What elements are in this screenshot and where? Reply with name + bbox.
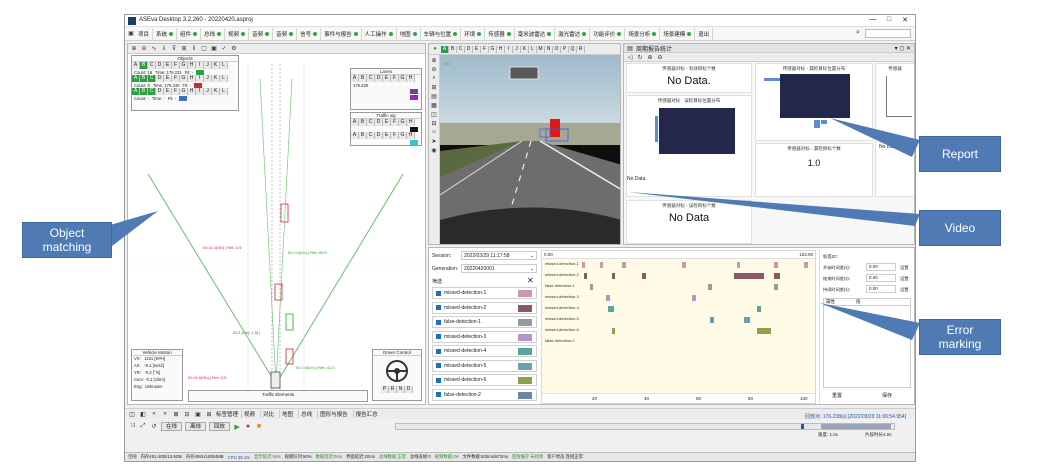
video-pointer (628, 192, 920, 226)
error-marking-callout: Error marking (919, 319, 1001, 355)
video-callout-label: Video (944, 221, 976, 235)
report-pointer (830, 118, 920, 157)
object-matching-callout: Object matching (22, 222, 112, 258)
report-callout-label: Report (941, 147, 979, 161)
callout-lines (110, 118, 920, 340)
object-matching-callout-label: Object matching (42, 226, 92, 254)
object-pointer (110, 211, 158, 246)
error-marking-callout-label: Error marking (938, 323, 982, 351)
report-callout: Report (919, 136, 1001, 172)
error-pointer (820, 303, 920, 340)
video-callout: Video (919, 210, 1001, 246)
